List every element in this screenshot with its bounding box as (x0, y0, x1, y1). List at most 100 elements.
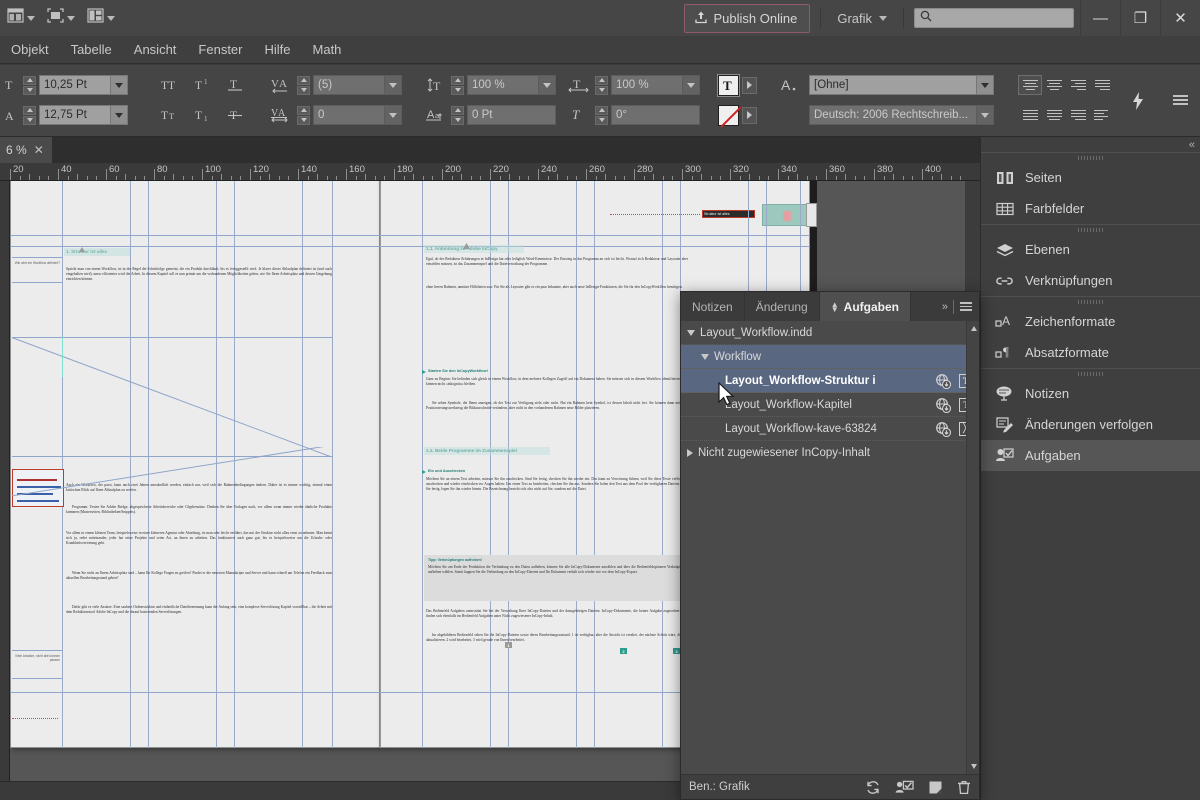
font-size-decrease[interactable] (23, 85, 36, 95)
dock-item-zeichenformate[interactable]: A Zeichenformate (981, 306, 1200, 337)
right-page-subheading-2[interactable]: Ein und Auschecken (428, 469, 465, 473)
justify-right-button[interactable] (1066, 105, 1090, 125)
margin-note-2[interactable]: Viele Ansätze, nicht alle können passen (14, 654, 60, 663)
horizontal-scale-stepper[interactable] (595, 75, 608, 95)
font-size-input[interactable]: 10,25 Pt (39, 75, 111, 95)
margin-note-1[interactable]: Wie wird ein Workflow definiert? (14, 261, 60, 265)
character-style-dropdown[interactable] (977, 75, 994, 95)
panel-scroll-down[interactable] (967, 759, 979, 774)
new-assignment-icon[interactable] (895, 780, 914, 795)
menu-item-ansicht[interactable]: Ansicht (123, 38, 188, 61)
horizontal-ruler[interactable]: 20 40 60 80 100 120 140 160 180 200 220 240 260 280 30… (0, 163, 980, 181)
font-size-dropdown[interactable] (111, 75, 128, 95)
delete-icon[interactable] (957, 780, 971, 795)
quick-apply-icon[interactable] (1128, 91, 1148, 111)
fill-swatch-menu[interactable] (742, 76, 757, 94)
right-page-paragraph-5[interactable]: Möchten Sie an einem Text arbeiten, müss… (426, 477, 688, 521)
right-page-paragraph-2[interactable]: ohne leeren Rahmen, unnütze Hilfslinien … (426, 285, 688, 305)
tree-row-workflow[interactable]: Workflow (681, 345, 979, 369)
stroke-none-swatch-button[interactable] (718, 104, 742, 128)
dock-item-farbfelder[interactable]: Farbfelder (981, 193, 1200, 224)
horizontal-scale-input[interactable]: 100 % (611, 75, 683, 95)
callout-3[interactable]: 3 (673, 648, 680, 654)
justify-center-button[interactable] (1042, 105, 1066, 125)
menu-item-objekt[interactable]: Objekt (0, 38, 60, 61)
language-input[interactable]: Deutsch: 2006 Rechtschreib... (809, 105, 977, 125)
right-page-paragraph-1[interactable]: Egal, ob der Redakteur Erfahrungen in In… (426, 257, 688, 283)
publish-online-button[interactable]: Publish Online (683, 3, 811, 33)
refresh-icon[interactable] (865, 780, 881, 795)
dock-item-aenderungen-verfolgen[interactable]: Änderungen verfolgen (981, 409, 1200, 440)
callout-2[interactable]: 2 (620, 648, 627, 654)
dock-item-verknuepfungen[interactable]: Verknüpfungen (981, 265, 1200, 296)
hscale-increase[interactable] (595, 75, 608, 85)
menu-item-fenster[interactable]: Fenster (187, 38, 253, 61)
font-size-stepper[interactable] (23, 75, 36, 95)
strikethrough-icon[interactable]: T (220, 108, 252, 122)
justify-all-button[interactable] (1018, 105, 1042, 125)
align-right-button[interactable] (1066, 75, 1090, 95)
superscript-icon[interactable]: T1 (188, 78, 220, 92)
workspace-switcher[interactable]: Grafik (831, 7, 893, 30)
empty-graphic-frame-left[interactable] (12, 337, 332, 457)
bridge-icon-button[interactable] (2, 5, 40, 31)
tab-aufgaben[interactable]: ▲ ▼ Aufgaben (819, 292, 911, 321)
globe-download-icon[interactable] (935, 373, 951, 389)
leading-decrease[interactable] (23, 115, 36, 125)
twisty-closed-icon[interactable] (687, 449, 693, 457)
empty-graphic-frame-left-2[interactable] (12, 447, 332, 497)
leading-dropdown[interactable] (111, 105, 128, 125)
kerning-increase[interactable] (297, 75, 310, 85)
skew-stepper[interactable] (595, 105, 608, 125)
panel-menu-icon[interactable] (960, 302, 972, 311)
vscale-increase[interactable] (451, 75, 464, 85)
tracking-input[interactable]: 0 (313, 105, 385, 125)
tree-row-kapitel[interactable]: Layout_Workflow-Kapitel T (681, 393, 979, 417)
left-page-paragraph-4[interactable]: Vor allem in einem kleinen Team, beispie… (66, 531, 332, 569)
right-page-paragraph-7[interactable]: Im abgebildeten Bedienfeld sehen Sie die… (426, 633, 688, 659)
stroke-swatch-menu[interactable] (742, 106, 757, 124)
dock-item-ebenen[interactable]: Ebenen (981, 234, 1200, 265)
document-tab-close-icon[interactable]: ✕ (34, 143, 44, 157)
dock-item-seiten[interactable]: Seiten (981, 162, 1200, 193)
vertical-scale-input[interactable]: 100 % (467, 75, 539, 95)
align-toward-spine-button[interactable] (1090, 105, 1114, 125)
tree-row-unassigned[interactable]: Nicht zugewiesener InCopy-Inhalt (681, 441, 979, 465)
menu-item-tabelle[interactable]: Tabelle (60, 38, 123, 61)
vertical-ruler[interactable] (0, 181, 10, 781)
vertical-scale-dropdown[interactable] (539, 75, 556, 95)
skew-decrease[interactable] (595, 115, 608, 125)
tracking-increase[interactable] (297, 105, 310, 115)
horizontal-scale-dropdown[interactable] (683, 75, 700, 95)
anchor-marker-left[interactable] (78, 241, 86, 252)
tab-notizen[interactable]: Notizen (681, 292, 745, 321)
left-page-paragraph-5[interactable]: Wenn Sie nicht an Ihrem Arbeitsplatz sin… (66, 571, 332, 601)
left-page-paragraph-6[interactable]: Dafür gibt es viele Ansätze. Eine sauber… (66, 605, 332, 635)
left-page-paragraph-1[interactable]: Spricht man von einem Workflow, ist in d… (66, 267, 332, 313)
panel-scroll-up[interactable] (967, 321, 979, 336)
dock-item-aufgaben[interactable]: Aufgaben (981, 440, 1200, 471)
globe-download-icon[interactable] (935, 421, 951, 437)
hscale-decrease[interactable] (595, 85, 608, 95)
assignments-tree[interactable]: Layout_Workflow.indd Workflow Layout_Wor… (681, 321, 979, 774)
all-caps-icon[interactable]: TT (158, 78, 188, 92)
dock-grip[interactable] (981, 369, 1200, 378)
dock-grip[interactable] (981, 153, 1200, 162)
baseline-decrease[interactable] (451, 115, 464, 125)
close-button[interactable]: ✕ (1160, 0, 1200, 36)
right-page-paragraph-3[interactable]: Ganz zu Beginn: Sie befinden sich gleich… (426, 377, 688, 397)
menu-item-math[interactable]: Math (302, 38, 353, 61)
restore-button[interactable]: ❐ (1120, 0, 1160, 36)
baseline-shift-stepper[interactable] (451, 105, 464, 125)
kerning-dropdown[interactable] (385, 75, 402, 95)
anchor-marker-right[interactable] (462, 238, 471, 249)
callout-1[interactable]: 1 (505, 642, 512, 648)
tree-row-document[interactable]: Layout_Workflow.indd (681, 321, 979, 345)
pasteboard-small-frame[interactable] (806, 203, 817, 227)
chevrons-right-icon[interactable]: » (942, 301, 948, 313)
dock-grip[interactable] (981, 297, 1200, 306)
kerning-stepper[interactable] (297, 75, 310, 95)
pasteboard-image-frame[interactable] (762, 204, 809, 226)
right-page-subheading-1[interactable]: Starten Sie den InCopyWorkflow! (428, 369, 488, 373)
twisty-open-icon[interactable] (701, 353, 709, 360)
